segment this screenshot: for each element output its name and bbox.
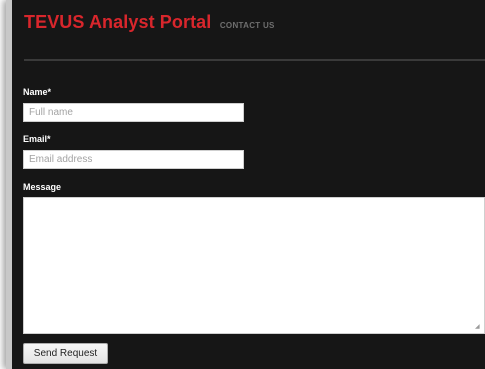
resize-grip-icon[interactable]: ◢ <box>475 324 481 330</box>
site-title: TEVUS Analyst Portal <box>24 12 212 32</box>
name-label: Name* <box>23 87 52 97</box>
page-header: TEVUS Analyst Portal CONTACT US <box>24 12 275 33</box>
send-request-button[interactable]: Send Request <box>23 343 108 364</box>
header-divider <box>24 59 485 61</box>
contact-us-link[interactable]: CONTACT US <box>220 21 275 30</box>
email-label: Email* <box>23 134 51 144</box>
portal-panel: TEVUS Analyst Portal CONTACT US Name* Em… <box>12 0 485 369</box>
name-field[interactable] <box>23 103 244 122</box>
email-field[interactable] <box>23 150 244 169</box>
message-textarea[interactable]: ◢ <box>23 197 485 334</box>
message-label: Message <box>23 182 62 192</box>
